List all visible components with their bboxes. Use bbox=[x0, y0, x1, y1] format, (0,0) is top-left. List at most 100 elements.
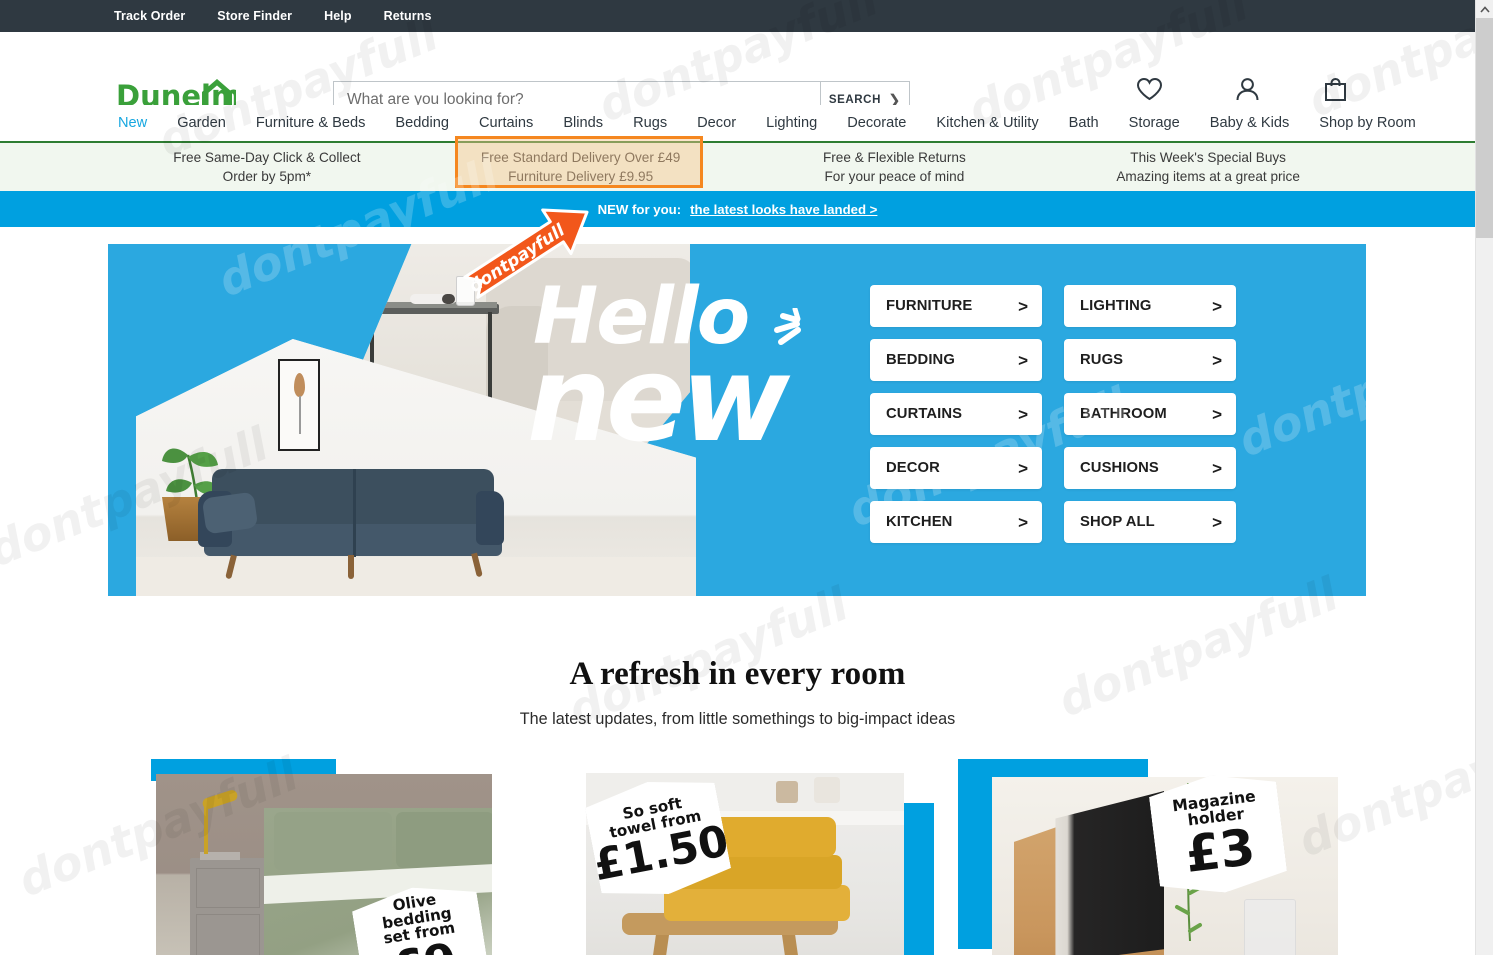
hero-category-bathroom[interactable]: BATHROOM > bbox=[1064, 393, 1236, 435]
nav-item-lighting[interactable]: Lighting bbox=[766, 115, 817, 131]
glass-tumbler bbox=[1244, 899, 1296, 955]
sofa-leg bbox=[348, 555, 354, 579]
page-viewport: Track Order Store Finder Help Returns Du… bbox=[0, 0, 1475, 955]
bedside-drawer bbox=[196, 914, 260, 955]
utility-link-returns[interactable]: Returns bbox=[384, 9, 432, 23]
nav-item-rugs[interactable]: Rugs bbox=[633, 115, 667, 131]
nav-item-curtains[interactable]: Curtains bbox=[479, 115, 533, 131]
hero-category-furniture-label: FURNITURE bbox=[886, 298, 973, 314]
nav-item-decor[interactable]: Decor bbox=[697, 115, 736, 131]
hero-category-decor-label: DECOR bbox=[886, 460, 940, 476]
nav-item-garden[interactable]: Garden bbox=[177, 115, 226, 131]
heart-icon bbox=[1137, 77, 1163, 101]
hero-category-furniture[interactable]: FURNITURE > bbox=[870, 285, 1042, 327]
lamp-head bbox=[201, 788, 239, 811]
chevron-up-icon bbox=[1480, 5, 1490, 13]
nav-item-decorate[interactable]: Decorate bbox=[847, 115, 906, 131]
hero-category-cushions-label: CUSHIONS bbox=[1080, 460, 1159, 476]
hero-category-bedding[interactable]: BEDDING > bbox=[870, 339, 1042, 381]
nav-item-kitchen-utility[interactable]: Kitchen & Utility bbox=[936, 115, 1038, 131]
hero-category-grid: FURNITURE > LIGHTING > BEDDING > RUGS > … bbox=[870, 285, 1240, 543]
sofa-arm-right bbox=[476, 491, 504, 545]
utility-link-help[interactable]: Help bbox=[324, 9, 352, 23]
hero-category-bathroom-label: BATHROOM bbox=[1080, 406, 1167, 422]
nav-item-bath[interactable]: Bath bbox=[1069, 115, 1099, 131]
blue-sofa bbox=[198, 469, 508, 580]
refresh-subtitle: The latest updates, from little somethin… bbox=[519, 710, 956, 728]
usp-standard-delivery-line1: Free Standard Delivery Over £49 bbox=[480, 149, 681, 165]
stool-leg bbox=[781, 932, 804, 955]
usp-returns[interactable]: Free & Flexible Returns For your peace o… bbox=[738, 148, 1052, 187]
hero-category-lighting-label: LIGHTING bbox=[1080, 298, 1152, 314]
usp-standard-delivery-line2: Furniture Delivery £9.95 bbox=[508, 169, 654, 184]
usp-special-buys-line1: This Week's Special Buys bbox=[1130, 149, 1286, 165]
usp-standard-delivery[interactable]: Free Standard Delivery Over £49 Furnitur… bbox=[424, 148, 738, 187]
hero-section-outer: Hello new FURNITURE > LIGHTING > BEDDING… bbox=[0, 227, 1475, 596]
chevron-right-icon: > bbox=[1212, 458, 1222, 478]
sofa-leg bbox=[471, 552, 483, 578]
page-scrollbar[interactable] bbox=[1475, 0, 1493, 955]
artwork-leaf bbox=[294, 373, 305, 397]
bathroom-jar bbox=[814, 777, 840, 803]
hero-category-rugs[interactable]: RUGS > bbox=[1064, 339, 1236, 381]
chevron-right-icon: > bbox=[1018, 404, 1028, 424]
hero-category-shop-all-label: SHOP ALL bbox=[1080, 514, 1155, 530]
promo-label: NEW for you: bbox=[597, 201, 682, 217]
chevron-right-icon: > bbox=[1018, 350, 1028, 370]
utility-link-store-finder[interactable]: Store Finder bbox=[217, 9, 292, 23]
usp-returns-line2: For your peace of mind bbox=[824, 169, 965, 184]
artwork-stem bbox=[299, 396, 301, 434]
promo-banner: NEW for you: the latest looks have lande… bbox=[0, 191, 1475, 227]
nav-item-new[interactable]: New bbox=[118, 115, 147, 131]
utility-link-track-order[interactable]: Track Order bbox=[114, 9, 185, 23]
nav-item-blinds[interactable]: Blinds bbox=[563, 115, 603, 131]
hero-category-cushions[interactable]: CUSHIONS > bbox=[1064, 447, 1236, 489]
price-tag-magazine-holder-price: £3 bbox=[1181, 817, 1259, 884]
hero-category-kitchen[interactable]: KITCHEN > bbox=[870, 501, 1042, 543]
chevron-right-icon: > bbox=[1212, 512, 1222, 532]
chevron-right-icon: > bbox=[1212, 296, 1222, 316]
nav-item-shop-by-room[interactable]: Shop by Room bbox=[1319, 115, 1416, 131]
hero-category-rugs-label: RUGS bbox=[1080, 352, 1124, 368]
rolled-magazine-end bbox=[442, 294, 455, 304]
product-card-magazine-holder[interactable]: Magazine holder £3 bbox=[958, 759, 1358, 955]
promo-link[interactable]: the latest looks have landed > bbox=[690, 202, 877, 217]
site-header: Dunelm SEARCH ❯ Favourites bbox=[0, 32, 1475, 119]
usp-strip: Free Same-Day Click & Collect Order by 5… bbox=[0, 143, 1475, 191]
stool-leg bbox=[647, 932, 670, 955]
user-icon bbox=[1236, 78, 1259, 101]
product-card-row: Olive bedding set from £9 So soft towel … bbox=[0, 759, 1475, 955]
nav-item-storage[interactable]: Storage bbox=[1129, 115, 1180, 131]
main-navigation: New Garden Furniture & Beds Bedding Curt… bbox=[0, 105, 1475, 143]
refresh-section: A refresh in every room The latest updat… bbox=[0, 656, 1475, 729]
product-card-towels[interactable]: So soft towel from £1.50 bbox=[586, 759, 936, 955]
magazines-stack bbox=[1055, 791, 1164, 955]
chevron-right-icon: > bbox=[1212, 404, 1222, 424]
hero-banner: Hello new FURNITURE > LIGHTING > BEDDING… bbox=[108, 244, 1366, 596]
browser-page: Track Order Store Finder Help Returns Du… bbox=[0, 0, 1493, 955]
chevron-right-icon: > bbox=[1212, 350, 1222, 370]
hero-category-decor[interactable]: DECOR > bbox=[870, 447, 1042, 489]
nav-item-baby-kids[interactable]: Baby & Kids bbox=[1210, 115, 1290, 131]
hero-category-lighting[interactable]: LIGHTING > bbox=[1064, 285, 1236, 327]
usp-click-collect[interactable]: Free Same-Day Click & Collect Order by 5… bbox=[110, 148, 424, 187]
pillow bbox=[274, 812, 392, 870]
chevron-right-icon: > bbox=[1018, 512, 1028, 532]
scrollbar-track[interactable] bbox=[1476, 238, 1493, 955]
usp-special-buys-line2: Amazing items at a great price bbox=[1116, 169, 1300, 184]
scroll-up-button[interactable] bbox=[1476, 0, 1493, 18]
hero-photo-collage bbox=[108, 244, 808, 596]
nav-item-furniture-beds[interactable]: Furniture & Beds bbox=[256, 115, 366, 131]
hero-category-shop-all[interactable]: SHOP ALL > bbox=[1064, 501, 1236, 543]
nav-item-bedding[interactable]: Bedding bbox=[395, 115, 449, 131]
sofa-split bbox=[353, 469, 356, 557]
chevron-right-icon: > bbox=[1018, 296, 1028, 316]
chevron-right-icon: > bbox=[1018, 458, 1028, 478]
product-card-bedding[interactable]: Olive bedding set from £9 bbox=[151, 759, 503, 955]
refresh-title: A refresh in every room bbox=[569, 656, 906, 692]
scrollbar-thumb[interactable] bbox=[1476, 0, 1493, 238]
hero-category-curtains[interactable]: CURTAINS > bbox=[870, 393, 1042, 435]
sofa-cushion bbox=[201, 491, 259, 535]
hero-category-curtains-label: CURTAINS bbox=[886, 406, 963, 422]
usp-special-buys[interactable]: This Week's Special Buys Amazing items a… bbox=[1051, 148, 1365, 187]
